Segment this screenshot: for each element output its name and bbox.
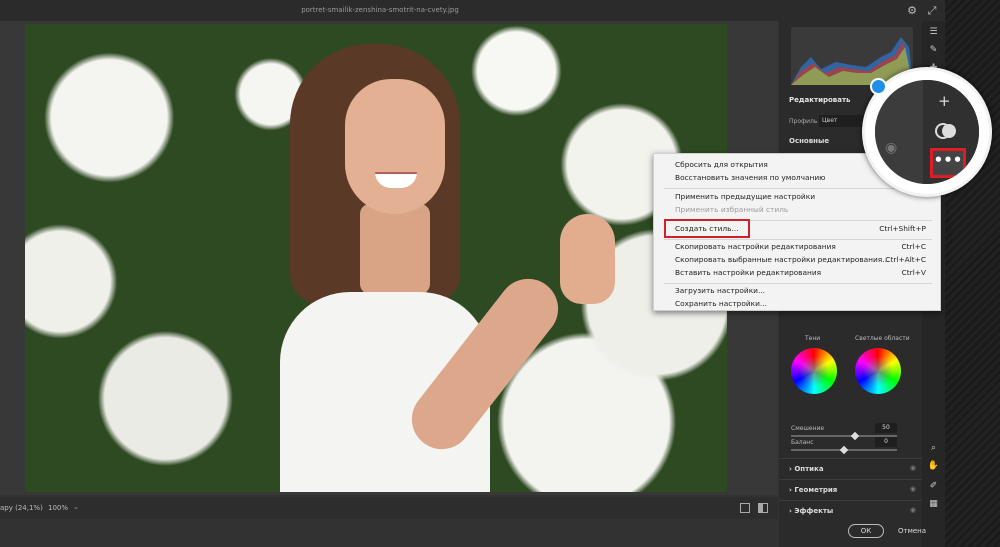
profile-label: Профиль (789, 118, 818, 125)
photo-face (345, 79, 445, 214)
menu-item-save-settings[interactable]: Сохранить настройки... (675, 298, 767, 310)
fit-zoom-label[interactable]: ару (24,1%) (0, 504, 43, 512)
plus-icon: + (938, 92, 951, 110)
more-icon[interactable]: ••• (930, 148, 966, 178)
menu-separator (664, 283, 932, 284)
eye-icon: ◉ (885, 140, 898, 156)
eyedropper-icon[interactable]: ✐ (926, 479, 941, 494)
masks-icon (935, 123, 956, 139)
menu-item-copy-settings[interactable]: Скопировать настройки редактирования (675, 241, 836, 253)
blending-value[interactable]: 50 (875, 423, 897, 433)
blending-slider-handle[interactable] (850, 431, 859, 441)
menu-item-reset[interactable]: Сбросить для открытия (675, 159, 768, 171)
file-name: portret-smailik-zenshina-smotrit-na-cvet… (301, 6, 459, 14)
title-bar: portret-smailik-zenshina-smotrit-na-cvet… (0, 0, 945, 21)
balance-label: Баланс (791, 439, 814, 446)
eye-icon[interactable]: ◉ (910, 485, 916, 493)
eye-icon[interactable]: ◉ (910, 464, 916, 472)
section-effects[interactable]: › Эффекты ◉ (779, 500, 922, 520)
optics-label: › Оптика (789, 465, 824, 473)
menu-shortcut-create-preset: Ctrl+Shift+P (879, 224, 926, 233)
shadows-color-wheel[interactable] (791, 348, 837, 394)
hand-icon[interactable]: ✋ (926, 459, 941, 474)
menu-item-apply-previous[interactable]: Применить предыдущие настройки (675, 191, 815, 203)
zoom-icon[interactable]: ⌕ (926, 441, 941, 456)
photo-neck (360, 204, 430, 294)
magnified-panel (875, 80, 923, 184)
before-after-icon[interactable] (758, 503, 768, 513)
gear-icon[interactable]: ⚙ (905, 4, 919, 18)
menu-item-restore-defaults[interactable]: Восстановить значения по умолчанию (675, 172, 825, 184)
chevron-down-icon[interactable]: ⌄ (73, 503, 79, 511)
menu-item-apply-favorite: Применить избранный стиль (675, 205, 789, 214)
magnified-view: ◉ + ••• (875, 80, 979, 184)
menu-item-paste-settings[interactable]: Вставить настройки редактирования (675, 267, 821, 279)
section-geometry[interactable]: › Геометрия ◉ (779, 479, 922, 499)
indicator-dot (870, 78, 887, 95)
section-basic[interactable]: Основные (789, 137, 829, 145)
blending-label: Смешение (791, 425, 825, 432)
optics-text: Оптика (794, 465, 824, 473)
status-bar: ару (24,1%) 100% ⌄ (0, 497, 778, 519)
grid-icon[interactable]: ▦ (926, 497, 941, 512)
highlights-label: Светлые области (855, 335, 910, 342)
highlight-box (664, 219, 750, 238)
shadows-label: Тени (805, 335, 821, 342)
photo-hand (560, 214, 615, 304)
section-optics[interactable]: › Оптика ◉ (779, 458, 922, 478)
balance-slider-handle[interactable] (839, 445, 849, 455)
menu-separator (664, 188, 932, 189)
edit-title: Редактировать (789, 96, 851, 104)
highlights-color-wheel[interactable] (855, 348, 901, 394)
menu-shortcut-copy-selected: Ctrl+Alt+C (885, 255, 926, 264)
photo-preview (25, 24, 727, 492)
menu-item-load-settings[interactable]: Загрузить настройки... (675, 285, 765, 297)
zoom-100-label[interactable]: 100% (48, 504, 68, 512)
cancel-button[interactable]: Отмена (898, 527, 926, 535)
menu-item-copy-selected-settings[interactable]: Скопировать выбранные настройки редактир… (675, 254, 889, 266)
ok-button[interactable]: ОК (848, 524, 884, 538)
adjust-icon[interactable]: ☰ (926, 25, 941, 40)
menu-shortcut-paste: Ctrl+V (901, 268, 926, 277)
effects-text: Эффекты (794, 507, 834, 515)
balance-value[interactable]: 0 (875, 437, 897, 447)
expand-icon[interactable]: ⤢ (925, 4, 939, 18)
compare-icon[interactable] (740, 503, 750, 513)
brush-icon[interactable]: ✎ (926, 43, 941, 58)
geometry-label: › Геометрия (789, 486, 838, 494)
geometry-text: Геометрия (794, 486, 838, 494)
effects-label: › Эффекты (789, 507, 834, 515)
menu-separator (664, 239, 932, 240)
eye-icon[interactable]: ◉ (910, 506, 916, 514)
menu-shortcut-copy-settings: Ctrl+C (901, 242, 926, 251)
